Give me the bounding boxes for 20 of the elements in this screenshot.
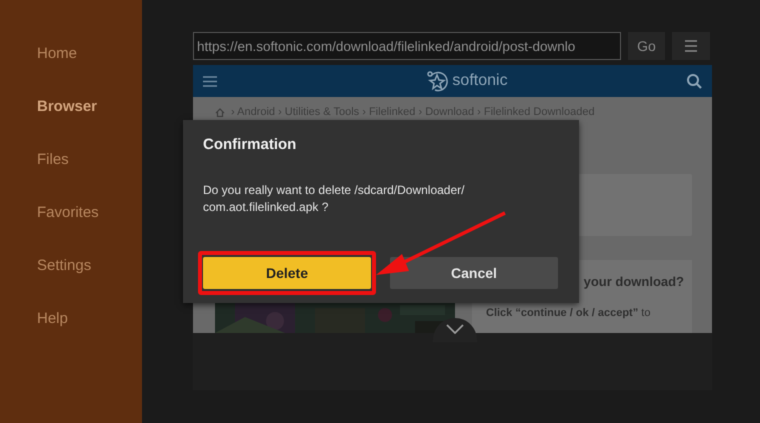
- search-icon[interactable]: [686, 73, 702, 89]
- url-field[interactable]: https://en.softonic.com/download/filelinked/android/post-downlo: [193, 32, 621, 60]
- instruction-text: Click “continue / ok / accept” to: [486, 307, 650, 319]
- menu-button[interactable]: [672, 32, 710, 60]
- menu-icon[interactable]: [203, 76, 217, 86]
- download-heading: your download?: [584, 274, 684, 289]
- dialog-title: Confirmation: [203, 136, 298, 153]
- sidebar-item[interactable]: Favorites: [37, 203, 142, 223]
- site-name: softonic: [452, 72, 508, 90]
- sidebar-item[interactable]: Settings: [37, 256, 142, 276]
- menu-icon: [684, 40, 698, 52]
- sidebar-item[interactable]: Help: [37, 309, 142, 329]
- sidebar-item[interactable]: Browser: [37, 97, 142, 117]
- star-logo-icon: [425, 70, 450, 92]
- sidebar-item[interactable]: Home: [37, 44, 142, 64]
- go-button[interactable]: Go: [628, 32, 665, 60]
- sidebar-item[interactable]: Files: [37, 150, 142, 170]
- dialog-button[interactable]: Delete: [203, 257, 371, 289]
- dialog-button[interactable]: Cancel: [390, 257, 558, 289]
- dialog-message: Do you really want to delete /sdcard/Downloader/ com.aot.filelinked.apk ?: [203, 182, 466, 216]
